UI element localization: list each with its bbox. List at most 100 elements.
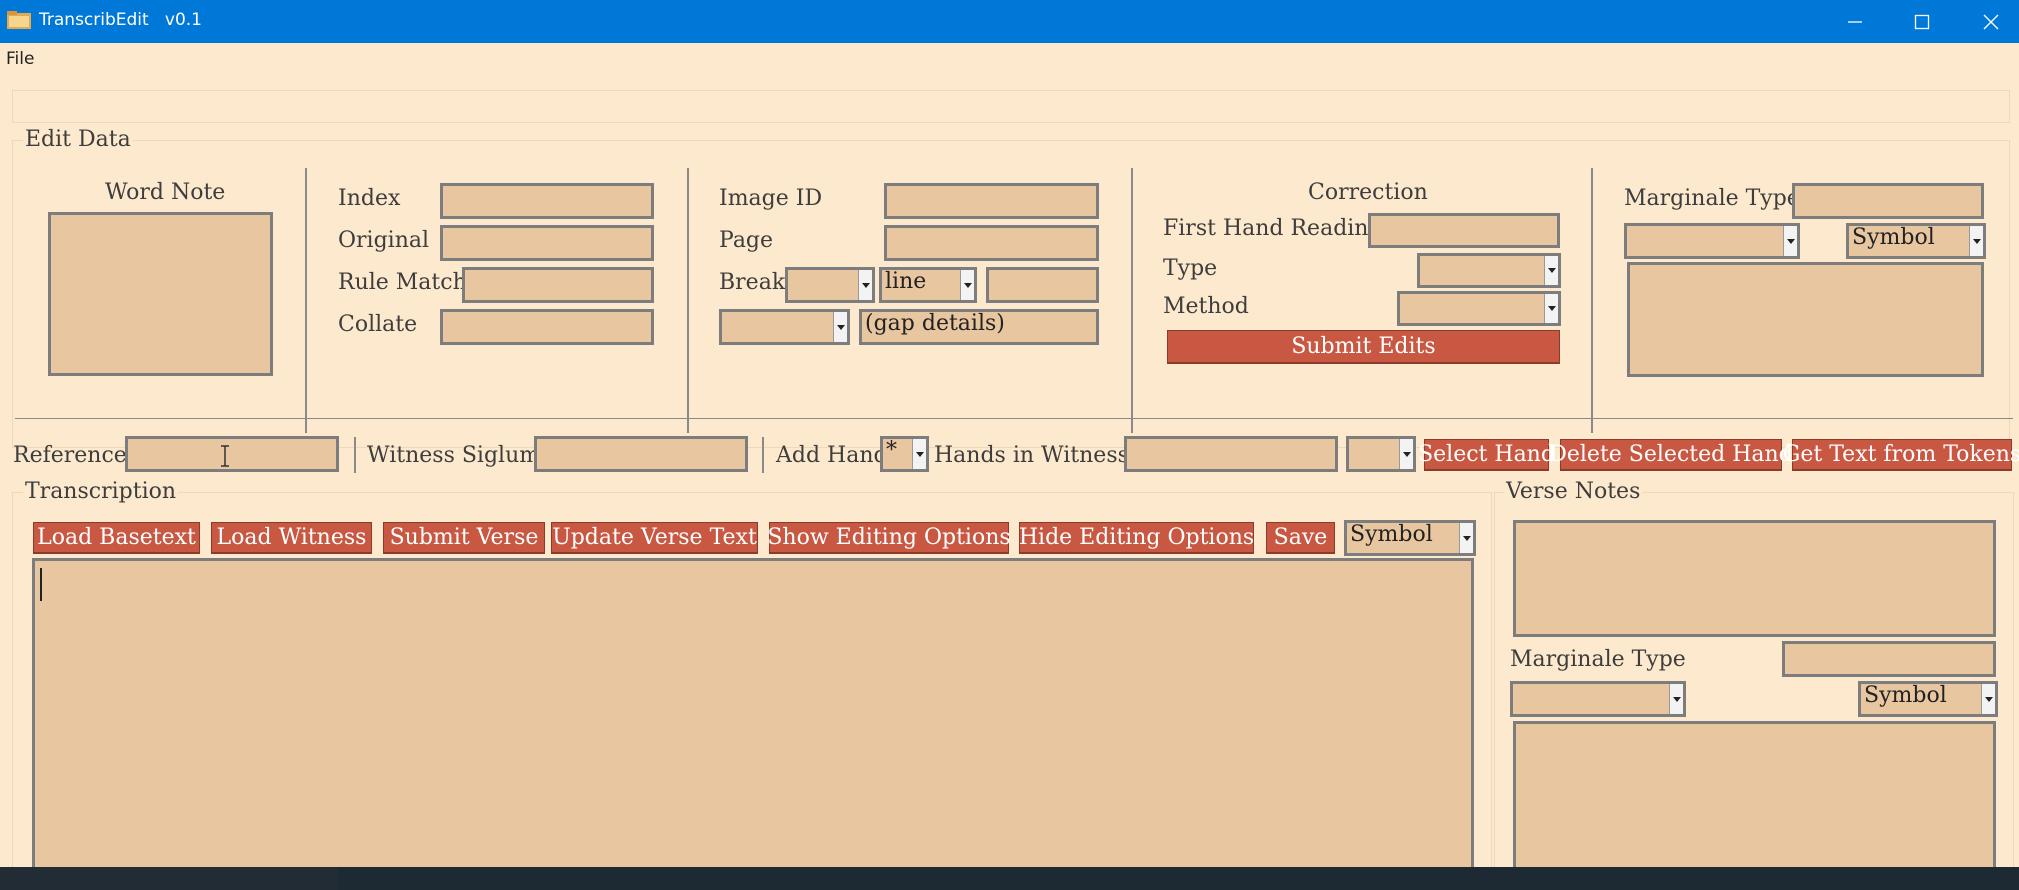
close-icon [1983, 14, 1999, 29]
witness-siglum-label: Witness Siglum [367, 443, 541, 468]
marginale-textbox[interactable] [1627, 262, 1984, 377]
title-bar: TranscribEdit v0.1 [0, 0, 2019, 43]
close-button[interactable] [1960, 0, 2019, 43]
taskbar-segment [0, 867, 338, 890]
submit-verse-button[interactable]: Submit Verse [383, 522, 545, 554]
chevron-down-icon [1783, 226, 1797, 256]
break-type-value: line [885, 269, 927, 294]
collate-input[interactable] [440, 309, 654, 345]
chevron-down-icon [858, 270, 872, 300]
first-hand-reading-input[interactable] [1368, 213, 1560, 248]
chevron-down-icon [912, 439, 926, 469]
original-label: Original [338, 228, 430, 253]
verse-marginale-type-label: Marginale Type [1510, 647, 1686, 672]
update-verse-text-button[interactable]: Update Verse Text [551, 522, 758, 554]
status-strip [12, 90, 2010, 123]
marginale-type-label: Marginale Type [1624, 186, 1800, 211]
minimize-button[interactable] [1824, 0, 1886, 43]
index-label: Index [338, 186, 401, 211]
taskbar [0, 867, 2019, 890]
word-note-textbox[interactable] [48, 212, 273, 376]
save-button[interactable]: Save [1266, 522, 1335, 554]
show-editing-options-button[interactable]: Show Editing Options [767, 522, 1011, 554]
get-text-from-tokens-button[interactable]: Get Text from Tokens [1783, 439, 2019, 471]
verse-marginale-select[interactable] [1510, 681, 1686, 717]
method-label: Method [1163, 294, 1249, 319]
gap-details-text: (gap details) [865, 311, 1005, 336]
symbol-value: Symbol [1852, 225, 1935, 250]
edit-data-title: Edit Data [23, 127, 133, 152]
index-input[interactable] [440, 183, 654, 219]
page-input[interactable] [884, 225, 1099, 261]
submit-edits-button[interactable]: Submit Edits [1167, 330, 1560, 364]
verse-notes-textbox[interactable] [1513, 520, 1996, 637]
load-witness-button[interactable]: Load Witness [211, 522, 372, 554]
load-basetext-button[interactable]: Load Basetext [33, 522, 200, 554]
gap-select[interactable] [719, 309, 850, 345]
transcription-symbol-select[interactable]: Symbol [1344, 520, 1476, 556]
window-title: TranscribEdit v0.1 [39, 10, 203, 30]
hide-editing-options-button[interactable]: Hide Editing Options [1019, 522, 1254, 554]
break-select[interactable] [785, 267, 875, 303]
transcription-textbox[interactable] [32, 558, 1474, 879]
symbol-value: Symbol [1864, 683, 1947, 708]
menu-file[interactable]: File [6, 49, 34, 69]
folder-icon [7, 11, 31, 29]
text-caret [40, 568, 42, 601]
verse-marginale-textbox[interactable] [1513, 721, 1996, 879]
marginale-symbol-select[interactable]: Symbol [1846, 223, 1986, 259]
first-hand-reading-label: First Hand Reading [1163, 216, 1383, 241]
break-label: Break [719, 270, 786, 295]
chevron-down-icon [1544, 294, 1558, 323]
separator [305, 168, 307, 433]
break-type-select[interactable]: line [879, 267, 977, 303]
chevron-down-icon [1969, 226, 1983, 256]
method-select[interactable] [1397, 291, 1561, 326]
hand-select[interactable] [1346, 436, 1416, 472]
maximize-icon [1914, 14, 1930, 29]
gap-details-input[interactable]: (gap details) [859, 309, 1099, 345]
add-hand-value: * [886, 438, 897, 463]
chevron-down-icon [1669, 684, 1683, 714]
reference-input[interactable] [125, 436, 339, 472]
hands-in-witness-input[interactable] [1124, 436, 1338, 472]
collate-label: Collate [338, 312, 418, 337]
chevron-down-icon [1981, 684, 1995, 714]
horizontal-separator [15, 418, 2013, 419]
chevron-down-icon [960, 270, 974, 300]
reference-label: Reference [13, 443, 127, 468]
chevron-down-icon [1544, 256, 1558, 285]
select-hand-button[interactable]: Select Hand [1418, 439, 1555, 471]
marginale-type-input[interactable] [1792, 183, 1984, 219]
chevron-down-icon [833, 312, 847, 342]
separator [762, 437, 764, 473]
hands-in-witness-label: Hands in Witness: [934, 443, 1137, 468]
chevron-down-icon [1459, 523, 1473, 553]
delete-selected-hand-button[interactable]: Delete Selected Hand [1549, 439, 1793, 471]
separator [687, 168, 689, 433]
rule-match-label: Rule Match [338, 270, 467, 295]
maximize-button[interactable] [1891, 0, 1953, 43]
text-cursor-icon [221, 445, 229, 467]
rule-match-input[interactable] [462, 267, 654, 303]
separator [354, 437, 356, 473]
verse-notes-title: Verse Notes [1504, 479, 1643, 504]
correction-label: Correction [1308, 180, 1428, 205]
verse-marginale-type-input[interactable] [1782, 641, 1996, 677]
symbol-value: Symbol [1350, 522, 1433, 547]
word-note-label: Word Note [105, 180, 226, 205]
add-hand-label: Add Hand [776, 443, 888, 468]
minimize-icon [1848, 20, 1862, 23]
type-label: Type [1163, 256, 1218, 281]
original-input[interactable] [440, 225, 654, 261]
image-id-input[interactable] [884, 183, 1099, 219]
transcription-title: Transcription [23, 479, 179, 504]
main-window: File Edit Data Word Note Index Original … [0, 43, 2019, 890]
type-select[interactable] [1417, 253, 1561, 288]
chevron-down-icon [1399, 439, 1413, 469]
verse-symbol-select[interactable]: Symbol [1858, 681, 1998, 717]
add-hand-select[interactable]: * [880, 436, 929, 472]
break-number-input[interactable] [986, 267, 1099, 303]
marginale-select[interactable] [1624, 223, 1800, 259]
witness-siglum-input[interactable] [534, 436, 748, 472]
